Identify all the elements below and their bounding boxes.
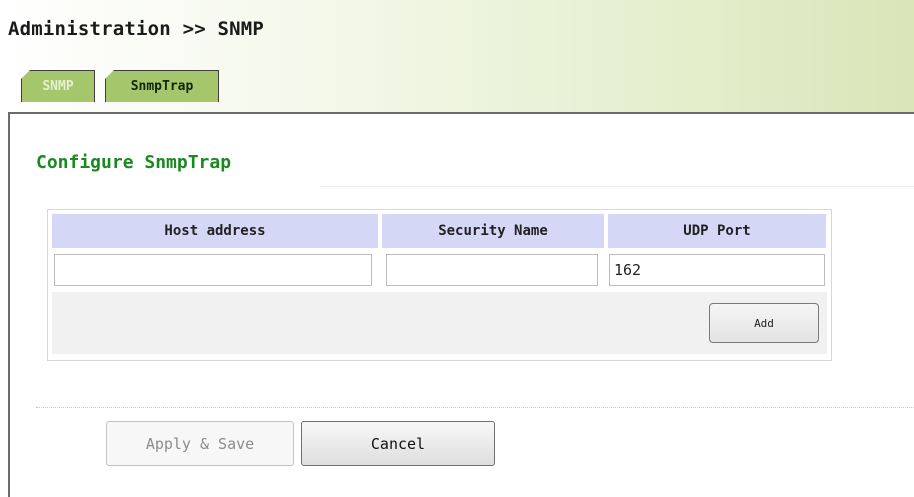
column-header-udp-port: UDP Port — [608, 214, 826, 248]
page-title: Administration >> SNMP — [8, 18, 265, 40]
tab-snmp[interactable]: SNMP — [21, 70, 95, 102]
page-header: Administration >> SNMP SNMP SnmpTrap — [0, 0, 914, 112]
add-button[interactable]: Add — [709, 303, 819, 343]
section-divider — [320, 186, 914, 187]
section-title: Configure SnmpTrap — [36, 152, 232, 173]
snmptrap-table: Host address Security Name UDP Port Add — [47, 209, 832, 361]
dotted-divider — [36, 407, 914, 408]
tab-snmptrap[interactable]: SnmpTrap — [105, 70, 219, 102]
apply-save-button[interactable]: Apply & Save — [106, 421, 294, 466]
host-address-input[interactable] — [54, 254, 372, 286]
udp-port-input[interactable] — [609, 254, 825, 286]
content-panel: Configure SnmpTrap Host address Security… — [8, 112, 914, 497]
snmp-trap-page: Administration >> SNMP SNMP SnmpTrap Con… — [0, 0, 914, 497]
security-name-input[interactable] — [386, 254, 598, 286]
column-header-host-address: Host address — [52, 214, 378, 248]
cancel-button[interactable]: Cancel — [301, 421, 495, 466]
add-row: Add — [52, 292, 827, 354]
column-header-security-name: Security Name — [382, 214, 604, 248]
